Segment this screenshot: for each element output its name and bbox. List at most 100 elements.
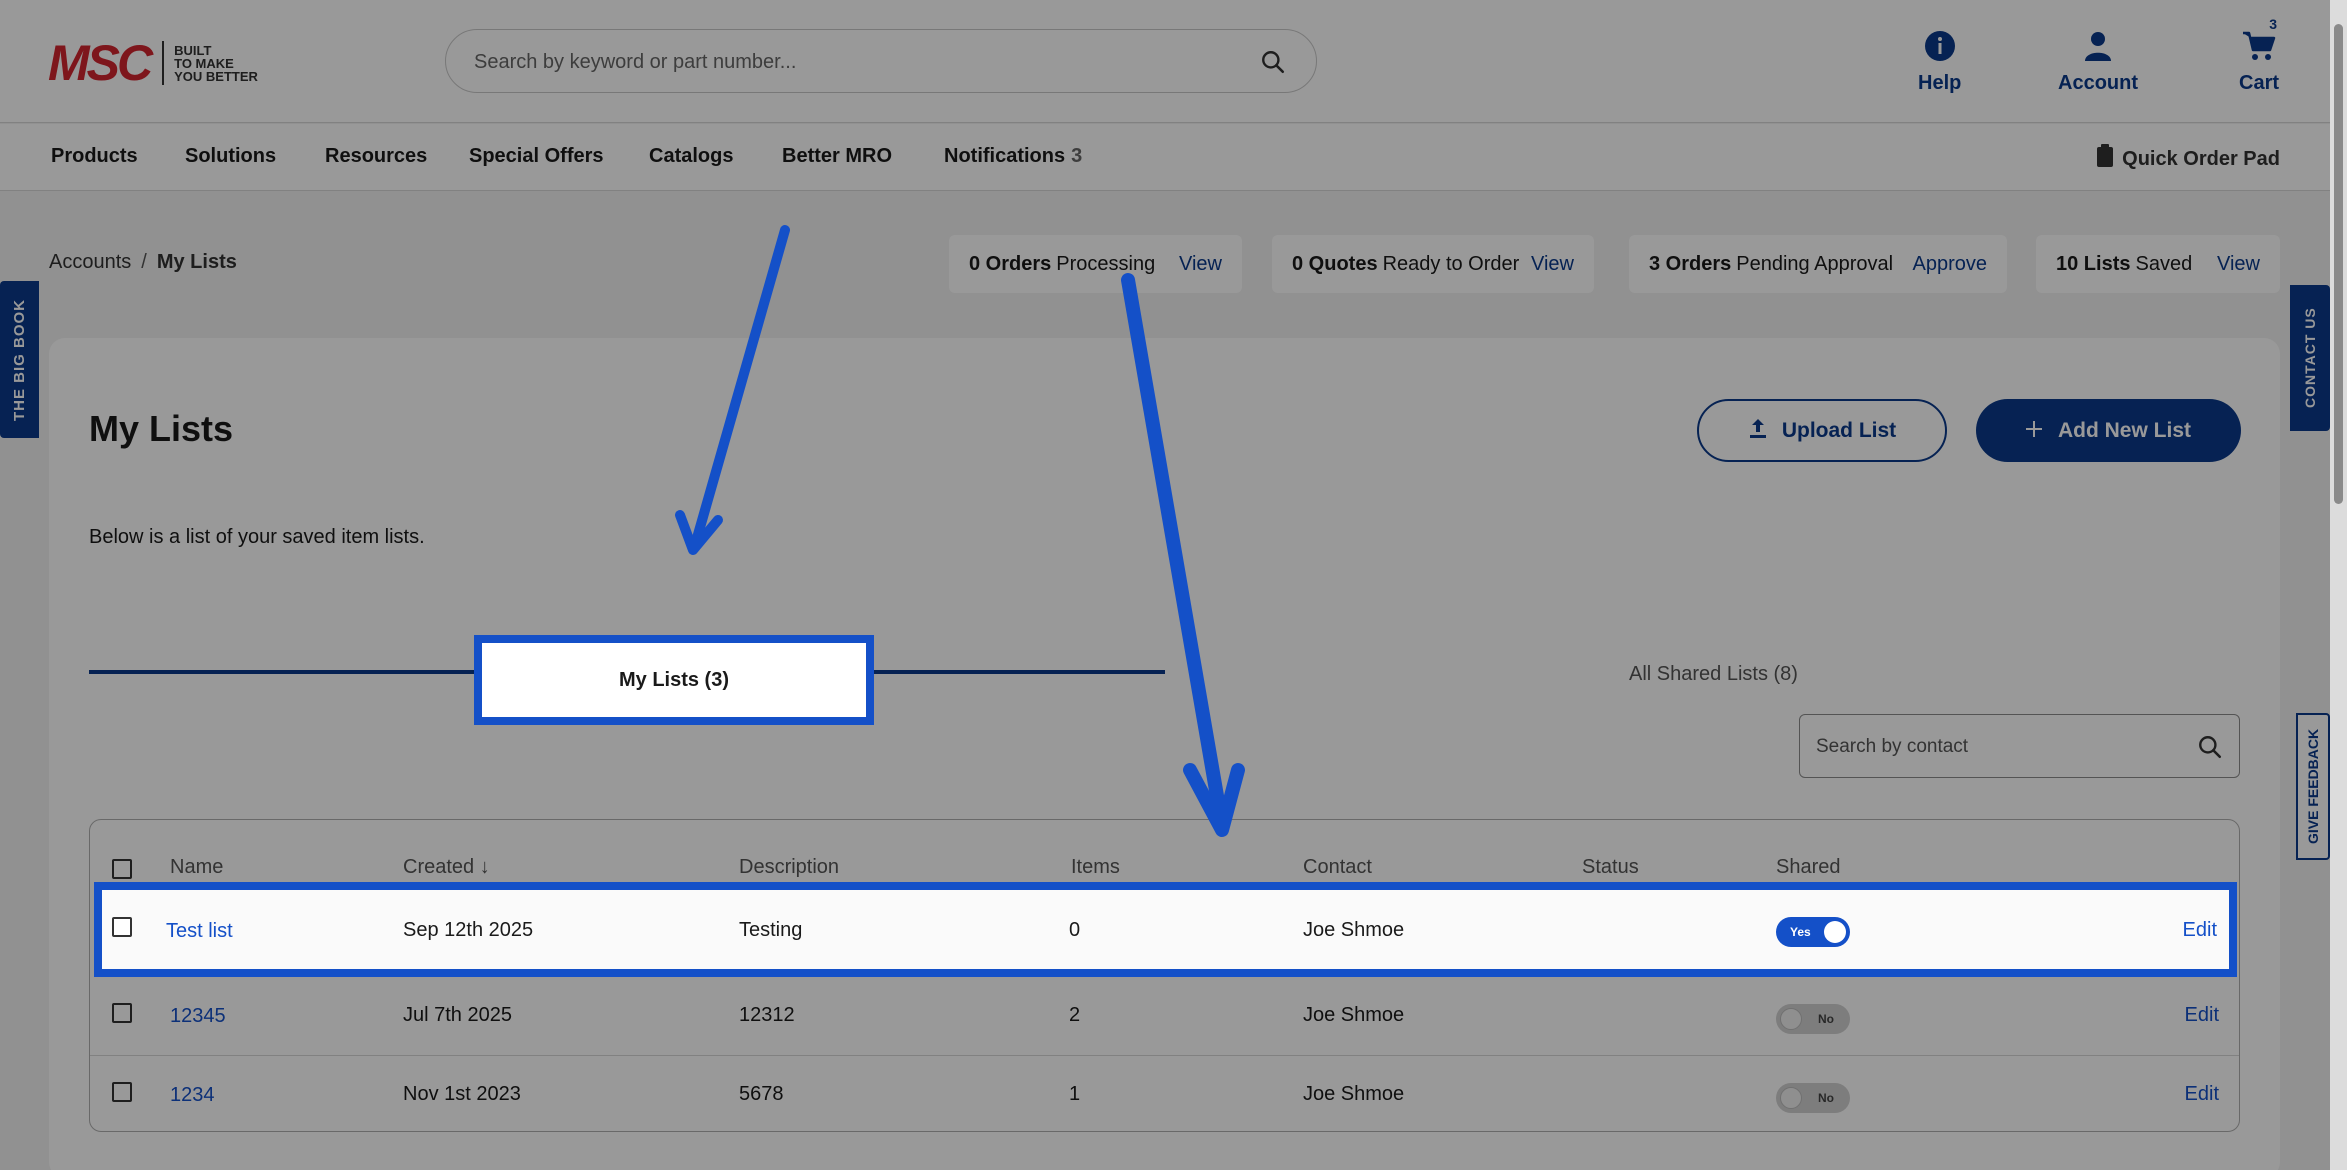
breadcrumb-separator: / — [141, 251, 147, 273]
quick-order-label: Quick Order Pad — [2122, 147, 2280, 170]
toggle-knob — [1780, 1087, 1802, 1109]
plus-icon — [2025, 419, 2042, 443]
status-quotes-ready: 0 Quotes Ready to Order View — [1272, 235, 1594, 293]
edit-link[interactable]: Edit — [2185, 1004, 2219, 1027]
col-header-items[interactable]: Items — [1071, 856, 1120, 879]
breadcrumb-accounts[interactable]: Accounts — [49, 251, 131, 273]
search-icon[interactable] — [2197, 734, 2223, 765]
cell-created: Nov 1st 2023 — [403, 1083, 521, 1105]
help-link[interactable]: Help — [1918, 30, 1961, 95]
add-new-list-label: Add New List — [2057, 418, 2191, 442]
big-book-tab[interactable]: THE BIG BOOK — [0, 281, 39, 438]
give-feedback-label: GIVE FEEDBACK — [2305, 728, 2321, 845]
cell-description: 12312 — [739, 1004, 795, 1026]
col-header-shared: Shared — [1776, 856, 1841, 878]
search-input[interactable] — [474, 44, 1234, 80]
contact-us-tab[interactable]: CONTACT US — [2290, 285, 2330, 431]
col-header-created[interactable]: Created ↓ — [403, 856, 490, 879]
status-approve-link[interactable]: Approve — [1913, 253, 1988, 276]
status-count: 0 Orders — [969, 252, 1052, 275]
page-scrollbar[interactable] — [2330, 0, 2347, 1170]
quick-order-pad-link[interactable]: Quick Order Pad — [2096, 144, 2280, 174]
col-header-name[interactable]: Name — [170, 856, 223, 879]
status-text: Processing — [1056, 252, 1156, 275]
col-header-contact[interactable]: Contact — [1303, 856, 1372, 879]
list-name-link[interactable]: 1234 — [170, 1084, 215, 1107]
cell-description: 5678 — [739, 1083, 784, 1105]
help-label: Help — [1918, 72, 1962, 94]
nav-products[interactable]: Products — [51, 145, 138, 168]
cell-created: Sep 12th 2025 — [403, 919, 534, 941]
cart-label: Cart — [2239, 72, 2280, 94]
tab-all-shared-lists[interactable]: All Shared Lists (8) — [1629, 663, 1798, 686]
edit-link[interactable]: Edit — [2185, 1083, 2219, 1106]
status-count: 0 Quotes — [1292, 252, 1378, 275]
contact-us-label: CONTACT US — [2302, 307, 2318, 409]
account-label: Account — [2058, 72, 2138, 94]
col-header-description[interactable]: Description — [739, 856, 839, 879]
status-text: Ready to Order — [1382, 252, 1520, 275]
cell-items: 1 — [1069, 1083, 1081, 1105]
toggle-label: No — [1818, 1012, 1834, 1026]
row-checkbox[interactable] — [112, 917, 132, 937]
add-new-list-button[interactable]: Add New List — [1976, 399, 2241, 462]
user-icon — [2058, 30, 2138, 68]
status-count: 3 Orders — [1649, 252, 1732, 275]
lists-table: Name Created ↓ Description Items Contact… — [89, 819, 2240, 1132]
status-orders-processing: 0 Orders Processing View — [949, 235, 1242, 293]
table-row: Test list Sep 12th 2025 Testing 0 Joe Sh… — [94, 882, 2237, 977]
status-pending-approval: 3 Orders Pending Approval Approve — [1629, 235, 2007, 293]
give-feedback-tab[interactable]: GIVE FEEDBACK — [2296, 713, 2330, 860]
cell-description: Testing — [739, 919, 803, 941]
nav-special-offers[interactable]: Special Offers — [469, 145, 604, 168]
col-header-created-label: Created — [403, 856, 475, 878]
page-subtitle: Below is a list of your saved item lists… — [89, 526, 425, 548]
search-icon[interactable] — [1260, 49, 1286, 80]
cell-created: Jul 7th 2025 — [403, 1004, 512, 1026]
nav-catalogs[interactable]: Catalogs — [649, 145, 733, 168]
contact-search-input[interactable] — [1816, 729, 2186, 765]
shared-toggle[interactable]: Yes — [1776, 917, 1850, 947]
list-tabs: My Lists (3) All Shared Lists (8) — [89, 578, 2239, 725]
status-view-link[interactable]: View — [2217, 253, 2260, 276]
status-count: 10 Lists — [2056, 252, 2131, 275]
msc-logo[interactable]: MSC BUILT TO MAKE YOU BETTER — [48, 38, 258, 88]
cell-contact: Joe Shmoe — [1303, 1004, 1405, 1026]
list-name-link[interactable]: Test list — [166, 920, 233, 943]
scrollbar-thumb[interactable] — [2334, 24, 2343, 504]
row-checkbox[interactable] — [112, 1003, 132, 1023]
upload-list-button[interactable]: Upload List — [1697, 399, 1947, 462]
row-checkbox[interactable] — [112, 1082, 132, 1102]
table-row: 1234 Nov 1st 2023 5678 1 Joe Shmoe No Ed… — [90, 1056, 2239, 1135]
info-icon — [1918, 30, 1961, 68]
status-view-link[interactable]: View — [1531, 253, 1574, 276]
notifications-label: Notifications — [944, 145, 1066, 167]
cart-count-badge: 3 — [2269, 16, 2278, 32]
shared-toggle[interactable]: No — [1776, 1083, 1850, 1113]
edit-link[interactable]: Edit — [2183, 919, 2217, 942]
breadcrumb: Accounts / My Lists — [49, 251, 237, 274]
cart-icon — [2239, 30, 2279, 68]
upload-icon — [1748, 417, 1768, 445]
status-text: Saved — [2135, 252, 2193, 275]
select-all-checkbox[interactable] — [112, 859, 132, 879]
nav-solutions[interactable]: Solutions — [185, 145, 276, 168]
nav-better-mro[interactable]: Better MRO — [782, 145, 892, 168]
toggle-label: No — [1818, 1091, 1834, 1105]
cell-contact: Joe Shmoe — [1303, 1083, 1405, 1105]
logo-tagline: BUILT TO MAKE YOU BETTER — [174, 42, 258, 84]
account-link[interactable]: Account — [2058, 30, 2138, 95]
main-nav: Products Solutions Resources Special Off… — [0, 124, 2330, 191]
cart-link[interactable]: 3 Cart — [2239, 16, 2280, 95]
shared-toggle[interactable]: No — [1776, 1004, 1850, 1034]
cell-items: 2 — [1069, 1004, 1081, 1026]
tab-my-lists[interactable]: My Lists (3) — [474, 635, 874, 725]
nav-notifications[interactable]: Notifications 3 — [944, 145, 1082, 168]
breadcrumb-current: My Lists — [156, 251, 237, 273]
nav-resources[interactable]: Resources — [325, 145, 427, 168]
list-name-link[interactable]: 12345 — [170, 1005, 226, 1028]
status-lists-saved: 10 Lists Saved View — [2036, 235, 2280, 293]
upload-list-label: Upload List — [1781, 418, 1897, 442]
cell-items: 0 — [1069, 919, 1081, 941]
status-view-link[interactable]: View — [1179, 253, 1222, 276]
